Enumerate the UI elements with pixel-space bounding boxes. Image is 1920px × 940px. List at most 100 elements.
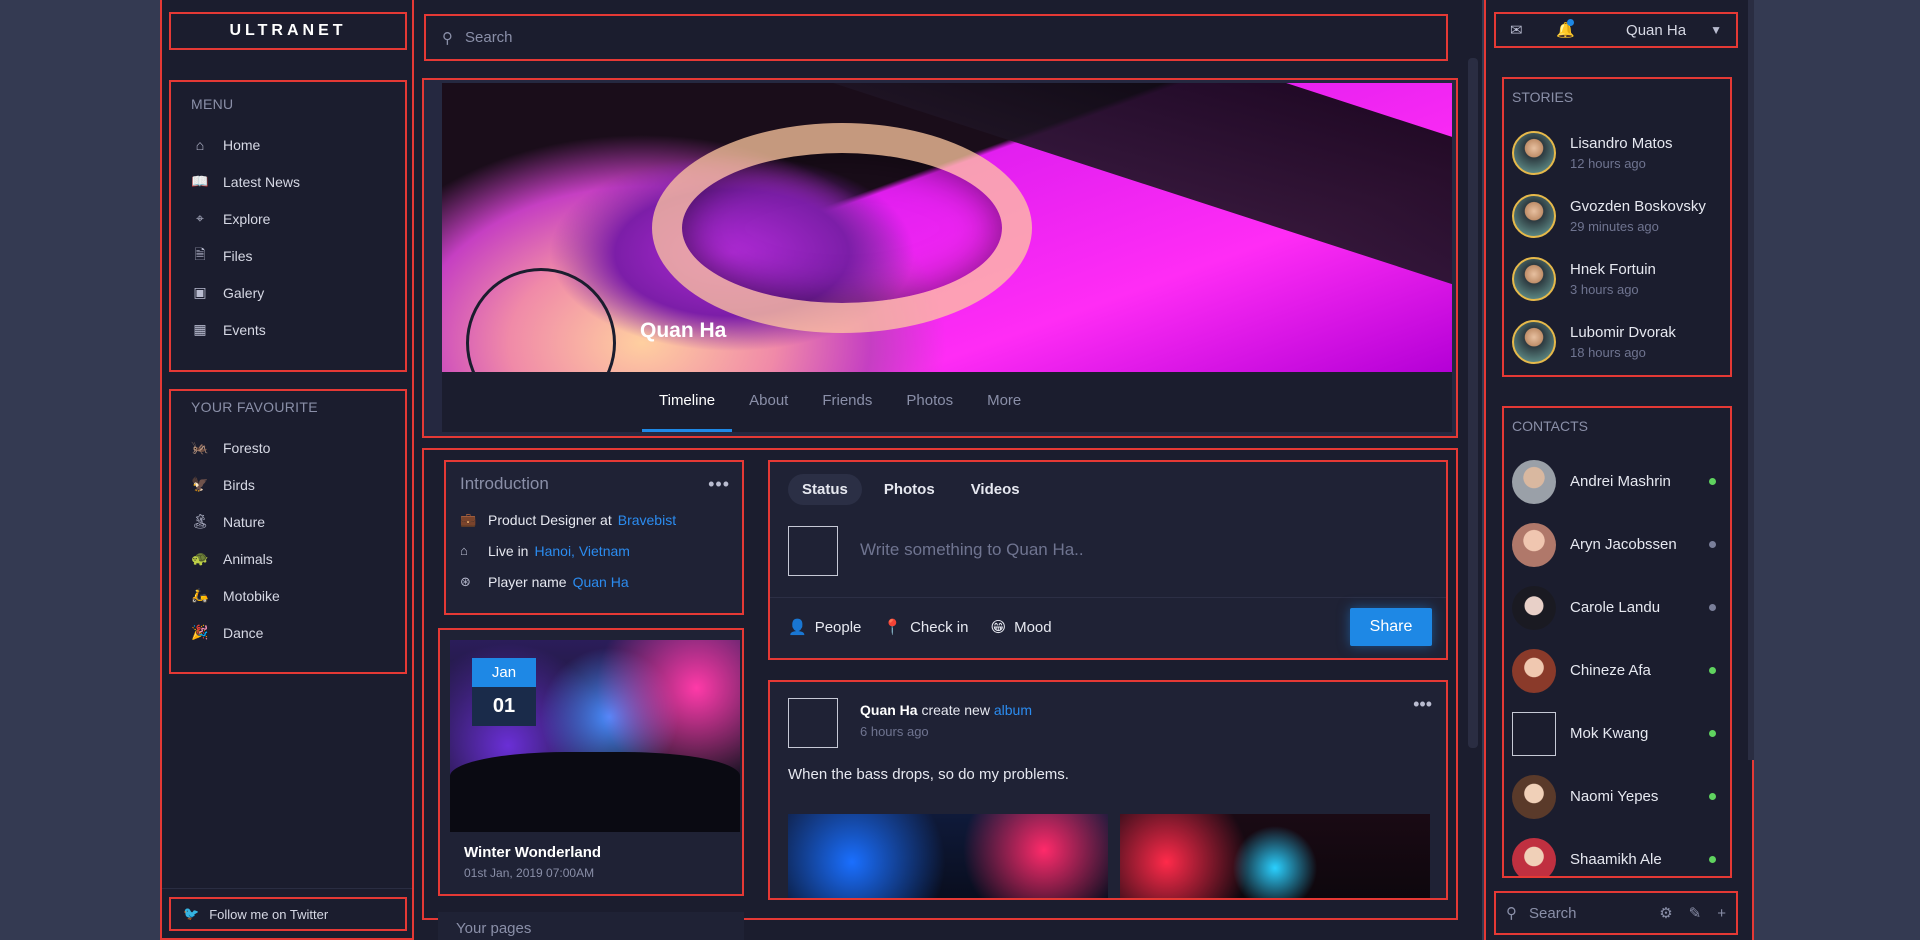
fav-item-label: Foresto <box>223 439 271 456</box>
composer-divider <box>770 597 1446 598</box>
chevron-down-icon[interactable]: ▼ <box>1710 23 1722 37</box>
status-dot <box>1709 478 1716 485</box>
story-item[interactable]: Hnek Fortuin 3 hours ago <box>1512 247 1722 310</box>
intro-row-work: 💼 Product Designer at Bravebist <box>460 504 728 535</box>
feed-scrollbar[interactable] <box>1468 58 1478 748</box>
story-item[interactable]: Gvozden Boskovsky 29 minutes ago <box>1512 184 1722 247</box>
tab-friends[interactable]: Friends <box>805 372 889 432</box>
twitter-follow-link[interactable]: 🐦 Follow me on Twitter <box>169 897 407 931</box>
composer-input[interactable]: Write something to Quan Ha.. <box>860 540 1084 560</box>
file-icon: 🗎 <box>194 245 206 262</box>
search-icon: ⚲ <box>442 29 453 47</box>
status-composer: Status Photos Videos Write something to … <box>768 460 1448 660</box>
composer-tab-status[interactable]: Status <box>788 474 862 505</box>
briefcase-icon: 💼 <box>460 511 477 527</box>
fav-item-animals[interactable]: 🐢 Animals <box>191 540 385 577</box>
event-date-badge: Jan 01 <box>472 658 536 726</box>
menu-item-label: Latest News <box>223 173 301 190</box>
story-item[interactable]: Lubomir Dvorak 18 hours ago <box>1512 310 1722 373</box>
post-more-options-icon[interactable]: ••• <box>1413 694 1432 715</box>
share-button[interactable]: Share <box>1350 608 1432 646</box>
contacts-search-input[interactable]: Search <box>1529 905 1643 922</box>
contact-item[interactable]: Chineze Afa <box>1512 639 1722 702</box>
composer-actions: 👤 People 📍 Check in 😁 Mood <box>788 618 1074 637</box>
tab-timeline[interactable]: Timeline <box>642 372 733 432</box>
island-icon: 🏝 <box>191 513 209 529</box>
avatar <box>1512 459 1556 504</box>
story-time: 12 hours ago <box>1570 155 1646 171</box>
search-placeholder: Search <box>465 29 513 46</box>
checkin-action[interactable]: 📍 Check in <box>883 618 968 637</box>
tab-about[interactable]: About <box>732 372 805 432</box>
status-dot <box>1709 541 1716 548</box>
fav-item-motobike[interactable]: 🛵 Motobike <box>191 577 385 614</box>
fav-item-label: Motobike <box>223 587 280 604</box>
post-photo[interactable] <box>788 814 1108 898</box>
composer-tab-videos[interactable]: Videos <box>957 474 1034 505</box>
intro-row-player: ⊛ Player name Quan Ha <box>460 566 728 597</box>
intro-row-link[interactable]: Hanoi, Vietnam <box>534 543 629 559</box>
contact-name: Aryn Jacobssen <box>1570 536 1677 553</box>
cover-loop-shape <box>652 123 1032 333</box>
tab-more[interactable]: More <box>970 372 1038 432</box>
story-item[interactable]: Lisandro Matos 12 hours ago <box>1512 121 1722 184</box>
contact-item[interactable]: Aryn Jacobssen <box>1512 513 1722 576</box>
post-text: When the bass drops, so do my problems. <box>788 766 1069 783</box>
left-sidebar: ULTRANET MENU ⌂ Home 📖 Latest News ⌖ Exp… <box>160 0 414 940</box>
contact-item[interactable]: Andrei Mashrin <box>1512 450 1722 513</box>
menu-item-files[interactable]: 🗎 Files <box>191 237 385 274</box>
brand-logo[interactable]: ULTRANET <box>169 12 407 50</box>
menu-item-galery[interactable]: ▣ Galery <box>191 274 385 311</box>
contact-item[interactable]: Naomi Yepes <box>1512 765 1722 828</box>
intro-row-label: Live in <box>488 542 529 559</box>
favourite-heading: YOUR FAVOURITE <box>191 399 318 415</box>
story-name: Lisandro Matos <box>1570 134 1673 152</box>
global-search-bar[interactable]: ⚲ Search <box>424 14 1448 61</box>
menu-item-latest-news[interactable]: 📖 Latest News <box>191 163 385 200</box>
fav-item-foresto[interactable]: 🦗 Foresto <box>191 429 385 466</box>
pencil-icon[interactable]: ✎ <box>1689 904 1702 922</box>
menu-item-events[interactable]: ▦ Events <box>191 311 385 348</box>
fav-item-nature[interactable]: 🏝 Nature <box>191 503 385 540</box>
menu-item-label: Galery <box>223 284 265 301</box>
intro-row-link[interactable]: Quan Ha <box>573 574 629 590</box>
right-scrollbar[interactable] <box>1748 0 1754 760</box>
intro-row-link[interactable]: Bravebist <box>618 512 676 528</box>
post-time: 6 hours ago <box>860 724 929 739</box>
user-name[interactable]: Quan Ha <box>1602 22 1710 39</box>
fav-item-label: Nature <box>223 513 266 530</box>
main-content: ⚲ Search Quan Ha Timeline About Friends … <box>414 0 1482 940</box>
action-label: People <box>814 618 862 636</box>
profile-avatar[interactable] <box>466 268 616 372</box>
fav-item-birds[interactable]: 🦅 Birds <box>191 466 385 503</box>
bell-icon[interactable]: 🔔 <box>1556 19 1576 39</box>
composer-tab-photos[interactable]: Photos <box>870 474 949 505</box>
cover-photo: Quan Ha <box>442 83 1452 372</box>
contacts-heading: CONTACTS <box>1512 418 1588 434</box>
contact-item[interactable]: Mok Kwang <box>1512 702 1722 765</box>
fav-item-label: Animals <box>223 550 273 567</box>
main-menu: MENU ⌂ Home 📖 Latest News ⌖ Explore 🗎 Fi… <box>169 80 407 372</box>
fav-item-dance[interactable]: 🎉 Dance <box>191 614 385 651</box>
event-image: Jan 01 <box>450 640 740 832</box>
post-photo[interactable] <box>1120 814 1430 898</box>
contact-item[interactable]: Shaamikh Ale <box>1512 828 1722 876</box>
status-dot <box>1709 667 1716 674</box>
mood-action[interactable]: 😁 Mood <box>990 618 1052 637</box>
people-action[interactable]: 👤 People <box>788 618 862 637</box>
post-author[interactable]: Quan Ha <box>860 702 918 718</box>
action-label: Mood <box>1014 618 1052 636</box>
menu-item-home[interactable]: ⌂ Home <box>191 126 385 163</box>
post-album-link[interactable]: album <box>994 702 1032 718</box>
plus-icon[interactable]: + <box>1717 905 1726 922</box>
intro-row-label: Product Designer at <box>488 511 612 528</box>
menu-item-explore[interactable]: ⌖ Explore <box>191 200 385 237</box>
more-options-icon[interactable]: ••• <box>708 474 730 495</box>
user-topbar: ✉ 🔔 Quan Ha ▼ <box>1494 12 1738 48</box>
event-card[interactable]: Jan 01 Winter Wonderland 01st Jan, 2019 … <box>438 628 744 896</box>
gear-icon[interactable]: ⚙ <box>1659 904 1672 922</box>
tab-photos[interactable]: Photos <box>889 372 970 432</box>
mail-icon[interactable]: ✉ <box>1510 21 1530 39</box>
contact-item[interactable]: Carole Landu <box>1512 576 1722 639</box>
post-author-avatar[interactable] <box>788 698 838 748</box>
